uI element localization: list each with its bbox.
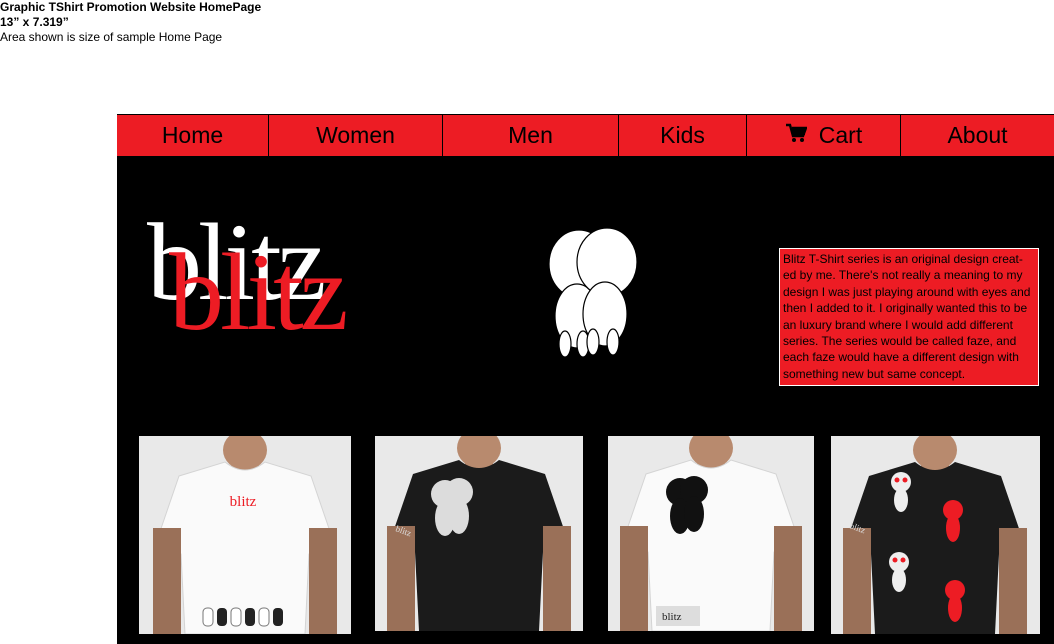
product-shirt-3[interactable]: blitz xyxy=(608,436,814,631)
main-nav: Home Women Men Kids Cart About xyxy=(117,114,1054,157)
nav-kids-label: Kids xyxy=(660,122,705,148)
nav-cart[interactable]: Cart xyxy=(747,115,901,156)
blitz-logo: blitz blitz xyxy=(147,199,457,353)
mascot-graphic xyxy=(547,226,642,361)
nav-cart-label: Cart xyxy=(818,122,863,148)
nav-about[interactable]: About xyxy=(901,115,1054,156)
nav-home-label: Home xyxy=(161,122,224,148)
nav-men-label: Men xyxy=(508,122,553,148)
nav-kids[interactable]: Kids xyxy=(619,115,747,156)
product-shirt-1[interactable]: blitz xyxy=(139,436,351,634)
nav-home[interactable]: Home xyxy=(117,115,269,156)
cart-icon xyxy=(785,122,808,149)
shirt-1-print: blitz xyxy=(230,494,257,510)
notes-size: 13” x 7.319” xyxy=(0,15,69,29)
product-shirt-2[interactable]: blitz xyxy=(375,436,583,631)
design-notes: Graphic TShirt Promotion Website HomePag… xyxy=(0,0,261,45)
notes-description: Area shown is size of sample Home Page xyxy=(0,30,223,44)
logo-text-red: blitz xyxy=(169,231,346,349)
nav-men[interactable]: Men xyxy=(443,115,619,156)
nav-women[interactable]: Women xyxy=(269,115,443,156)
nav-women-label: Women xyxy=(316,122,395,148)
nav-about-label: About xyxy=(947,122,1008,148)
homepage-mockup: Home Women Men Kids Cart About blitz bli… xyxy=(117,114,1054,644)
notes-title: Graphic TShirt Promotion Website HomePag… xyxy=(0,0,262,14)
product-shirt-4[interactable]: blitz xyxy=(831,436,1040,634)
about-blurb: Blitz T-Shirt series is an original desi… xyxy=(779,248,1039,386)
shirt-3-print: blitz xyxy=(662,611,682,623)
